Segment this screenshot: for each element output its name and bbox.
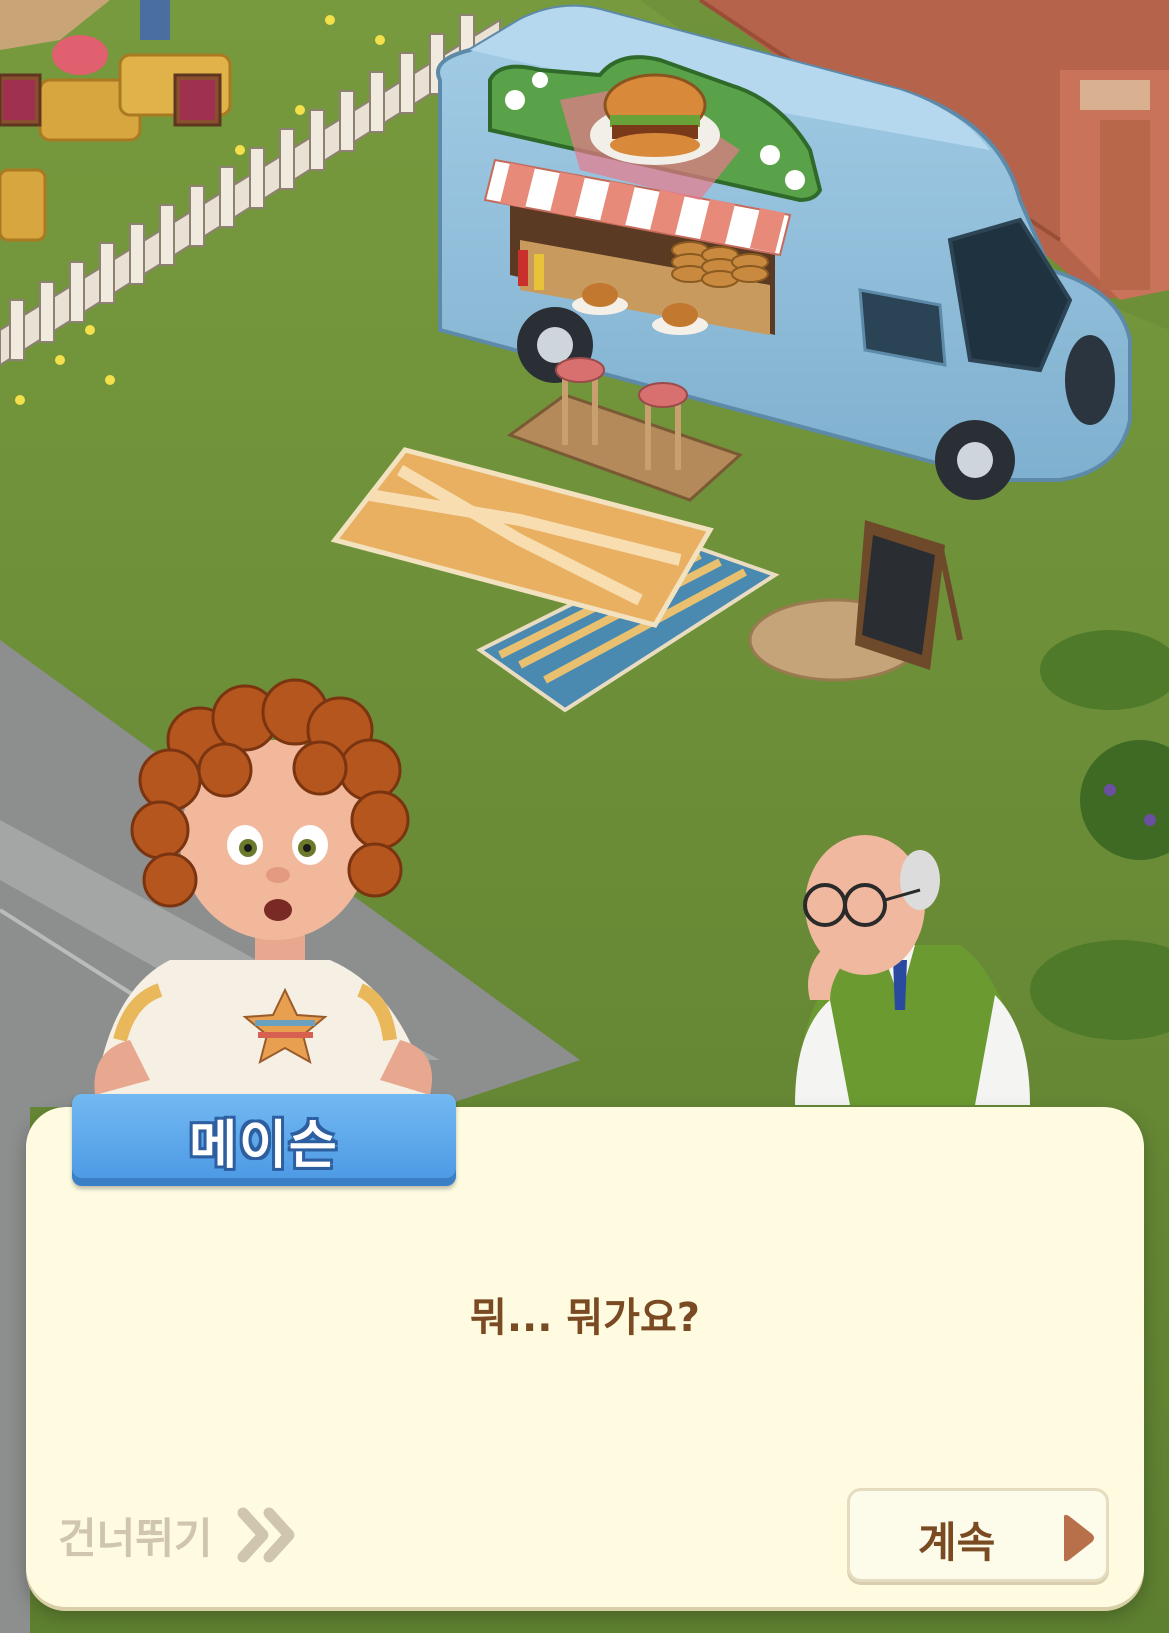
dialog-text: 뭐... 뭐가요? bbox=[470, 1295, 700, 1341]
speaker-name-tag: 메이슨 bbox=[72, 1094, 456, 1186]
skip-label: 건너뛰기 bbox=[58, 1513, 213, 1563]
play-triangle-icon bbox=[1064, 1514, 1094, 1562]
skip-button[interactable]: 건너뛰기 bbox=[58, 1505, 301, 1565]
double-chevron-right-icon bbox=[237, 1507, 295, 1563]
continue-label: 계속 bbox=[918, 1518, 996, 1567]
continue-button[interactable]: 계속 bbox=[847, 1488, 1109, 1582]
speaker-name: 메이슨 bbox=[189, 1115, 339, 1176]
